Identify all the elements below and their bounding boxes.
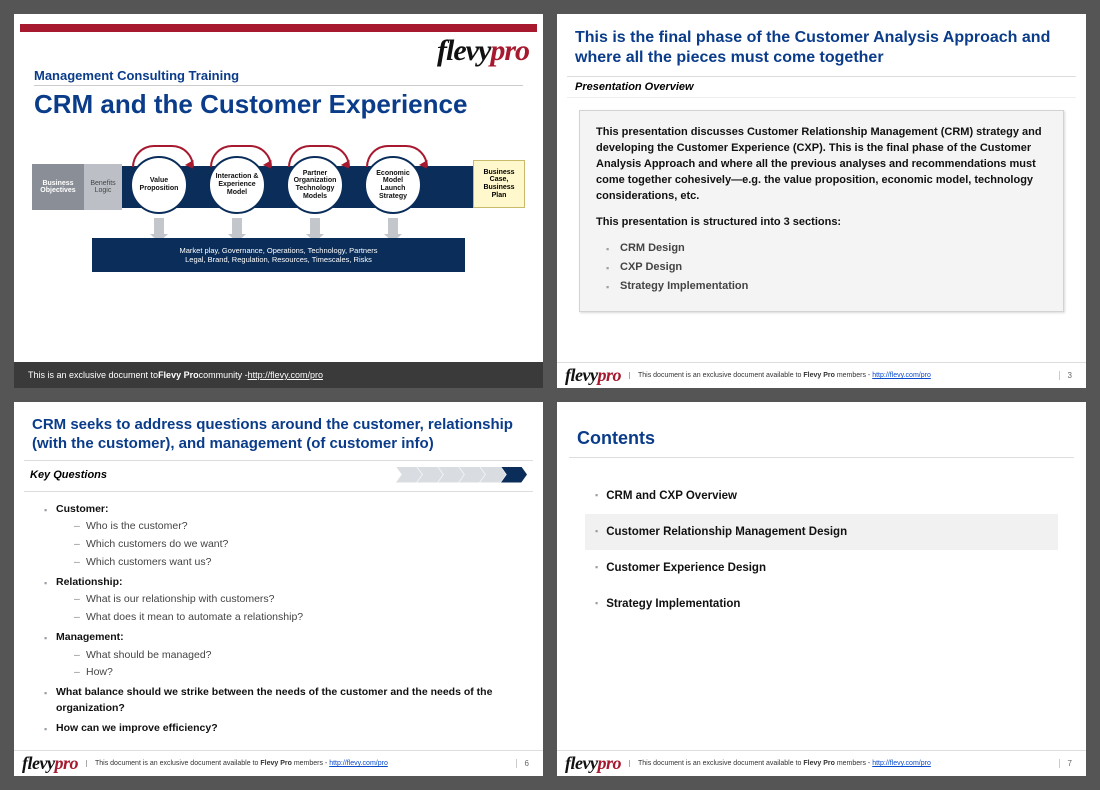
chevron-icon	[396, 467, 422, 483]
footer-text-post: community -	[199, 370, 248, 380]
considerations-line2: Legal, Brand, Regulation, Resources, Tim…	[185, 255, 372, 264]
footer-link[interactable]: http://flevy.com/pro	[329, 760, 388, 767]
list-subitem: How?	[74, 665, 519, 681]
red-bar	[20, 24, 537, 32]
flevypro-logo: flevypro	[565, 753, 621, 774]
hr	[24, 460, 533, 461]
overview-para1: This presentation discusses Customer Rel…	[596, 126, 1042, 202]
list-subitem: What is our relationship with customers?	[74, 592, 519, 608]
questions-body: Customer: Who is the customer? Which cus…	[14, 494, 543, 747]
slide-title: This is the final phase of the Customer …	[557, 14, 1086, 74]
flevypro-logo: flevypro	[22, 753, 78, 774]
down-arrow-icon	[388, 218, 398, 234]
list-subitem: What should be managed?	[74, 648, 519, 664]
page-number: 6	[516, 759, 535, 768]
overview-item: Strategy Implementation	[610, 279, 1047, 295]
footer-text: This document is an exclusive document a…	[629, 760, 931, 767]
down-arrow-icon	[232, 218, 242, 234]
down-arrow-icon	[154, 218, 164, 234]
list-item-bold: What balance should we strike between th…	[44, 685, 519, 717]
logo-row: flevypro	[14, 32, 543, 68]
list-subitem: Which customers want us?	[74, 555, 519, 571]
business-objectives-box: Business Objectives	[32, 164, 84, 210]
step-circle: Economic Model Launch Strategy	[364, 156, 422, 214]
list-subitem: Who is the customer?	[74, 519, 519, 535]
step-circle: Interaction & Experience Model	[208, 156, 266, 214]
slide-footer: flevypro This document is an exclusive d…	[14, 750, 543, 776]
list-item: Management: What should be managed? How?	[44, 630, 519, 681]
step-circle: Partner Organization Technology Models	[286, 156, 344, 214]
overview-item: CXP Design	[610, 260, 1047, 276]
slide-footer: flevypro This document is an exclusive d…	[557, 750, 1086, 776]
progress-chevrons	[107, 467, 527, 483]
footer-text-bold: Flevy Pro	[158, 370, 199, 380]
business-case-box: Business Case, Business Plan	[473, 160, 525, 208]
contents-list: CRM and CXP Overview Customer Relationsh…	[557, 478, 1086, 622]
slide-4: Contents CRM and CXP Overview Customer R…	[557, 402, 1086, 776]
overview-item: CRM Design	[610, 241, 1047, 257]
list-item: Relationship: What is our relationship w…	[44, 575, 519, 626]
footer-text: This document is an exclusive document a…	[86, 760, 388, 767]
title: CRM and the Customer Experience	[34, 90, 523, 120]
page-number: 7	[1059, 759, 1078, 768]
footer-link[interactable]: http://flevy.com/pro	[248, 370, 323, 380]
slide-footer: flevypro This document is an exclusive d…	[557, 362, 1086, 388]
list-item: Customer: Who is the customer? Which cus…	[44, 502, 519, 571]
considerations-line1: Market play, Governance, Operations, Tec…	[179, 246, 377, 255]
slide-subtitle: Presentation Overview	[567, 76, 1076, 98]
hr	[569, 457, 1074, 458]
contents-item-highlight: Customer Relationship Management Design	[585, 514, 1058, 550]
kq-row: Key Questions	[14, 463, 543, 489]
footer-link[interactable]: http://flevy.com/pro	[872, 760, 931, 767]
benefits-logic-box: Benefits Logic	[84, 164, 122, 210]
slide-title: Contents	[557, 402, 1086, 455]
page-number: 3	[1059, 371, 1078, 380]
list-item-bold: How can we improve efficiency?	[44, 721, 519, 737]
key-questions-label: Key Questions	[30, 469, 107, 481]
list-subitem: Which customers do we want?	[74, 537, 519, 553]
footer-link[interactable]: http://flevy.com/pro	[872, 372, 931, 379]
flevypro-logo: flevypro	[437, 34, 529, 68]
slide-grid: flevypro Management Consulting Training …	[14, 14, 1086, 776]
overview-list: CRM Design CXP Design Strategy Implement…	[596, 241, 1047, 295]
overview-box: This presentation discusses Customer Rel…	[579, 110, 1064, 312]
footer-text-pre: This is an exclusive document to	[28, 370, 158, 380]
overview-para2: This presentation is structured into 3 s…	[596, 216, 841, 228]
considerations-box: Market play, Governance, Operations, Tec…	[92, 238, 465, 272]
hr	[24, 491, 533, 492]
slide-1: flevypro Management Consulting Training …	[14, 14, 543, 388]
list-subitem: What does it mean to automate a relation…	[74, 610, 519, 626]
contents-item: Customer Experience Design	[585, 550, 1058, 586]
slide-title: CRM seeks to address questions around th…	[14, 402, 543, 458]
contents-item: Strategy Implementation	[585, 586, 1058, 622]
slide-3: CRM seeks to address questions around th…	[14, 402, 543, 776]
down-arrow-icon	[310, 218, 320, 234]
slide-footer: This is an exclusive document to Flevy P…	[14, 362, 543, 388]
process-diagram: Business Objectives Benefits Logic Value…	[32, 138, 525, 278]
title-block: Management Consulting Training CRM and t…	[14, 68, 543, 126]
slide-2: This is the final phase of the Customer …	[557, 14, 1086, 388]
logo-part2: pro	[490, 34, 529, 67]
flevypro-logo: flevypro	[565, 365, 621, 386]
subtitle: Management Consulting Training	[34, 68, 523, 86]
logo-part1: flevy	[437, 34, 490, 67]
contents-item: CRM and CXP Overview	[585, 478, 1058, 514]
step-circle: Value Proposition	[130, 156, 188, 214]
footer-text: This document is an exclusive document a…	[629, 372, 931, 379]
